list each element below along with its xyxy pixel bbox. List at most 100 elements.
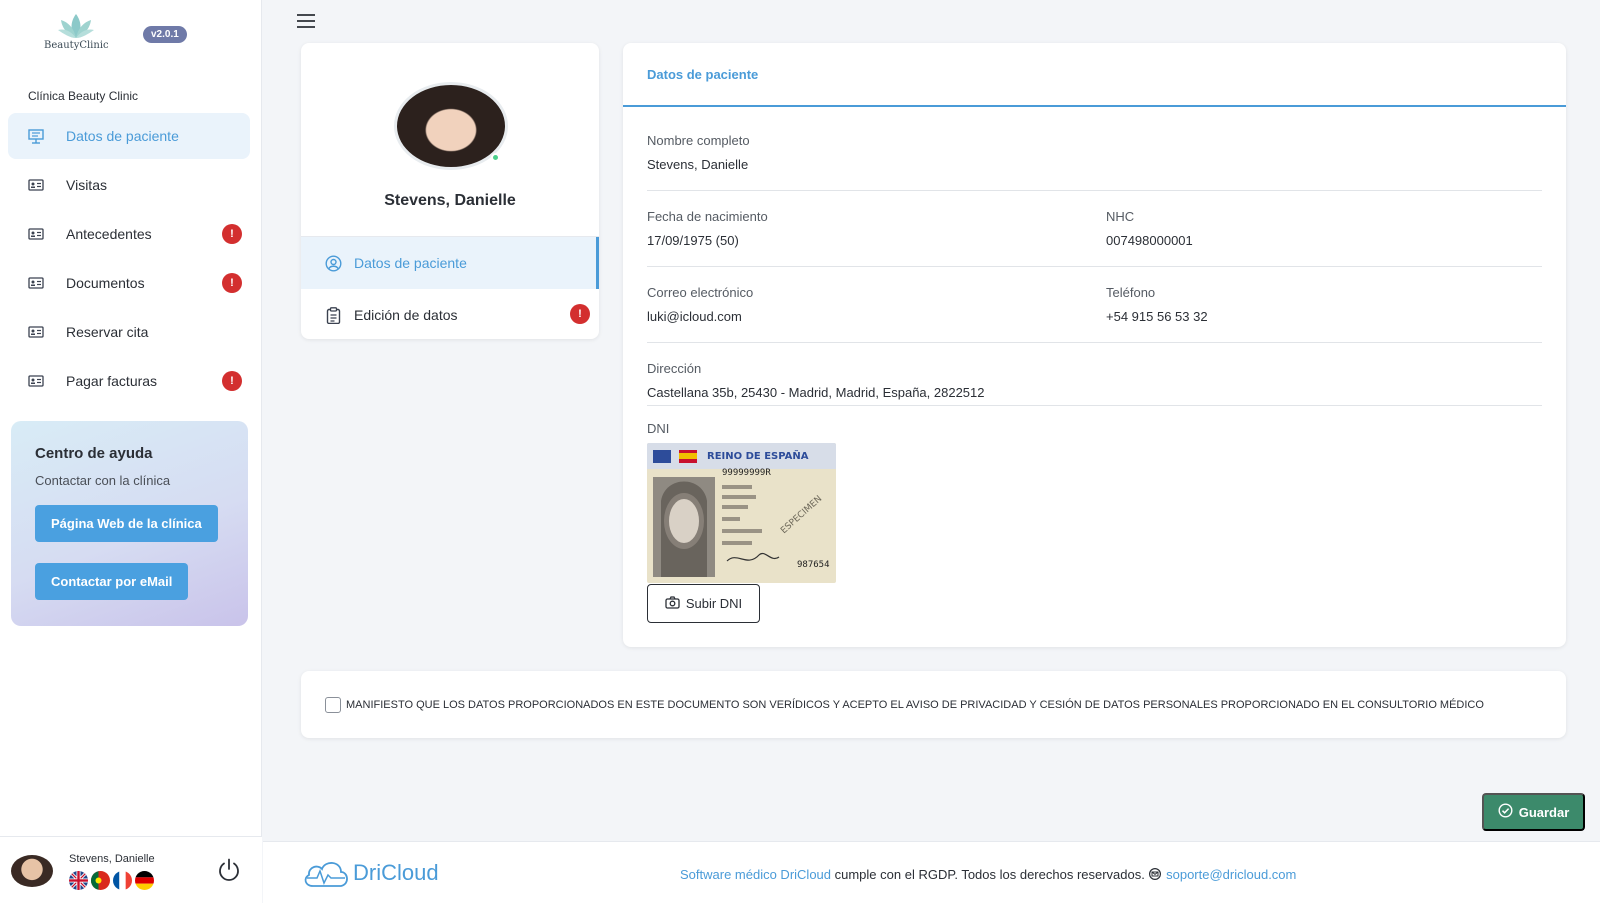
id-card-icon	[28, 177, 44, 193]
birth-nhc-row: Fecha de nacimiento 17/09/1975 (50) NHC …	[647, 209, 1542, 267]
profile-menu-edicion-datos[interactable]: Edición de datos !	[301, 289, 599, 339]
lotus-icon	[58, 14, 94, 38]
field-value: +54 915 56 53 32	[1106, 309, 1208, 324]
profile-menu-datos-paciente[interactable]: Datos de paciente	[301, 237, 599, 289]
dni-number-text: 99999999R	[722, 468, 771, 478]
alert-badge: !	[222, 371, 242, 391]
sidebar-item-label: Visitas	[66, 177, 107, 193]
footer-legal-text: Software médico DriCloud cumple con el R…	[680, 867, 1296, 882]
details-header: Datos de paciente	[623, 43, 1566, 107]
help-title: Centro de ayuda	[35, 445, 153, 462]
profile-menu-label: Datos de paciente	[354, 255, 467, 271]
sidebar-item-label: Documentos	[66, 275, 145, 291]
support-email-link[interactable]: soporte@dricloud.com	[1166, 867, 1296, 882]
clinic-website-button[interactable]: Página Web de la clínica	[35, 505, 218, 542]
power-icon[interactable]	[216, 857, 242, 888]
sidebar-item-label: Reservar cita	[66, 324, 149, 340]
birth-date-field: Fecha de nacimiento 17/09/1975 (50)	[647, 209, 768, 248]
user-bar: Stevens, Danielle	[0, 836, 262, 903]
alert-badge: !	[222, 273, 242, 293]
field-value: Stevens, Danielle	[647, 157, 749, 172]
sidebar: BeautyClinic v2.0.1 Clínica Beauty Clini…	[0, 0, 262, 903]
alert-badge: !	[570, 304, 590, 324]
logo-text: BeautyClinic	[44, 40, 109, 51]
clipboard-icon	[325, 306, 342, 324]
full-name-row: Nombre completo Stevens, Danielle	[647, 133, 1542, 191]
contact-email-button[interactable]: Contactar por eMail	[35, 563, 189, 600]
profile-menu-label: Edición de datos	[354, 307, 458, 323]
field-label: Fecha de nacimiento	[647, 209, 768, 224]
user-name: Stevens, Danielle	[69, 853, 155, 865]
presentation-icon	[28, 128, 44, 144]
consent-checkbox[interactable]	[325, 696, 341, 713]
sidebar-nav: Datos de paciente Visitas Antecedentes !…	[8, 113, 250, 407]
help-center-card: Centro de ayuda Contactar con la clínica…	[11, 421, 248, 626]
online-status-dot	[491, 153, 500, 162]
profile-card: Stevens, Danielle Datos de paciente Edic…	[301, 43, 599, 339]
sidebar-item-label: Pagar facturas	[66, 373, 158, 389]
email-field: Correo electrónico luki@icloud.com	[647, 285, 753, 324]
email-phone-row: Correo electrónico luki@icloud.com Teléf…	[647, 285, 1542, 343]
avatar[interactable]	[11, 855, 53, 887]
france-flag-icon[interactable]	[113, 871, 132, 890]
address-field: Dirección Castellana 35b, 25430 - Madrid…	[647, 361, 985, 400]
germany-flag-icon[interactable]	[135, 871, 154, 890]
field-value: 007498000001	[1106, 233, 1193, 248]
profile-menu: Datos de paciente Edición de datos !	[301, 236, 599, 339]
sidebar-item-visitas[interactable]: Visitas	[8, 162, 250, 208]
dricloud-logo-text: DriCloud	[353, 860, 439, 885]
portugal-flag-icon[interactable]	[91, 871, 110, 890]
id-card-icon	[28, 373, 44, 389]
check-circle-icon	[1498, 803, 1513, 821]
mail-icon	[1148, 867, 1162, 882]
full-name-field: Nombre completo Stevens, Danielle	[647, 133, 750, 172]
save-label: Guardar	[1518, 804, 1570, 820]
dricloud-logo[interactable]: DriCloud	[301, 856, 439, 890]
footer-copyright: cumple con el RGDP. Todos los derechos r…	[831, 867, 1149, 882]
field-label: Correo electrónico	[647, 285, 754, 300]
sidebar-item-label: Antecedentes	[66, 226, 152, 242]
language-flags	[69, 871, 154, 890]
clinic-name: Clínica Beauty Clinic	[28, 89, 139, 103]
user-circle-icon	[325, 254, 342, 272]
sidebar-item-reservar-cita[interactable]: Reservar cita	[8, 309, 250, 355]
id-card-icon	[28, 324, 44, 340]
cloud-heartbeat-icon	[304, 862, 348, 887]
help-subtitle: Contactar con la clínica	[35, 473, 171, 488]
field-label: Teléfono	[1106, 285, 1156, 300]
sidebar-item-antecedentes[interactable]: Antecedentes !	[8, 211, 250, 257]
dni-code-text: 987654	[797, 560, 830, 570]
patient-name: Stevens, Danielle	[384, 192, 516, 209]
id-card-icon	[28, 226, 44, 242]
footer: DriCloud Software médico DriCloud cumple…	[263, 841, 1600, 903]
sidebar-item-label: Datos de paciente	[66, 128, 179, 144]
field-label: Dirección	[647, 361, 702, 376]
version-badge: v2.0.1	[143, 26, 187, 43]
sidebar-item-datos-paciente[interactable]: Datos de paciente	[8, 113, 250, 159]
save-button[interactable]: Guardar	[1482, 793, 1585, 831]
sidebar-item-documentos[interactable]: Documentos !	[8, 260, 250, 306]
field-value: Castellana 35b, 25430 - Madrid, Madrid, …	[647, 385, 985, 400]
id-card-icon	[28, 275, 44, 291]
field-label: Nombre completo	[647, 133, 750, 148]
field-value: 17/09/1975 (50)	[647, 233, 739, 248]
consent-card: MANIFIESTO QUE LOS DATOS PROPORCIONADOS …	[301, 671, 1566, 738]
field-label: NHC	[1106, 209, 1135, 224]
field-value: luki@icloud.com	[647, 309, 742, 324]
sidebar-item-pagar-facturas[interactable]: Pagar facturas !	[8, 358, 250, 404]
brand-logo[interactable]: BeautyClinic	[44, 10, 109, 58]
phone-field: Teléfono +54 915 56 53 32	[1106, 285, 1208, 324]
consent-text: MANIFIESTO QUE LOS DATOS PROPORCIONADOS …	[346, 698, 1484, 711]
dni-country-text: REINO DE ESPAÑA	[707, 449, 809, 462]
dricloud-software-link[interactable]: Software médico DriCloud	[680, 867, 831, 882]
address-row: Dirección Castellana 35b, 25430 - Madrid…	[647, 361, 1542, 406]
dni-card-image: REINO DE ESPAÑA 99999999R ESPECIMEN 9876…	[647, 443, 836, 583]
uk-flag-icon[interactable]	[69, 871, 88, 890]
nhc-field: NHC 007498000001	[1106, 209, 1193, 248]
dni-label: DNI	[647, 421, 670, 436]
menu-icon[interactable]	[297, 13, 315, 34]
camera-icon	[665, 595, 680, 612]
upload-dni-button[interactable]: Subir DNI	[647, 584, 760, 623]
patient-details-card: Datos de paciente Nombre completo Steven…	[623, 43, 1566, 647]
upload-dni-label: Subir DNI	[685, 596, 743, 611]
